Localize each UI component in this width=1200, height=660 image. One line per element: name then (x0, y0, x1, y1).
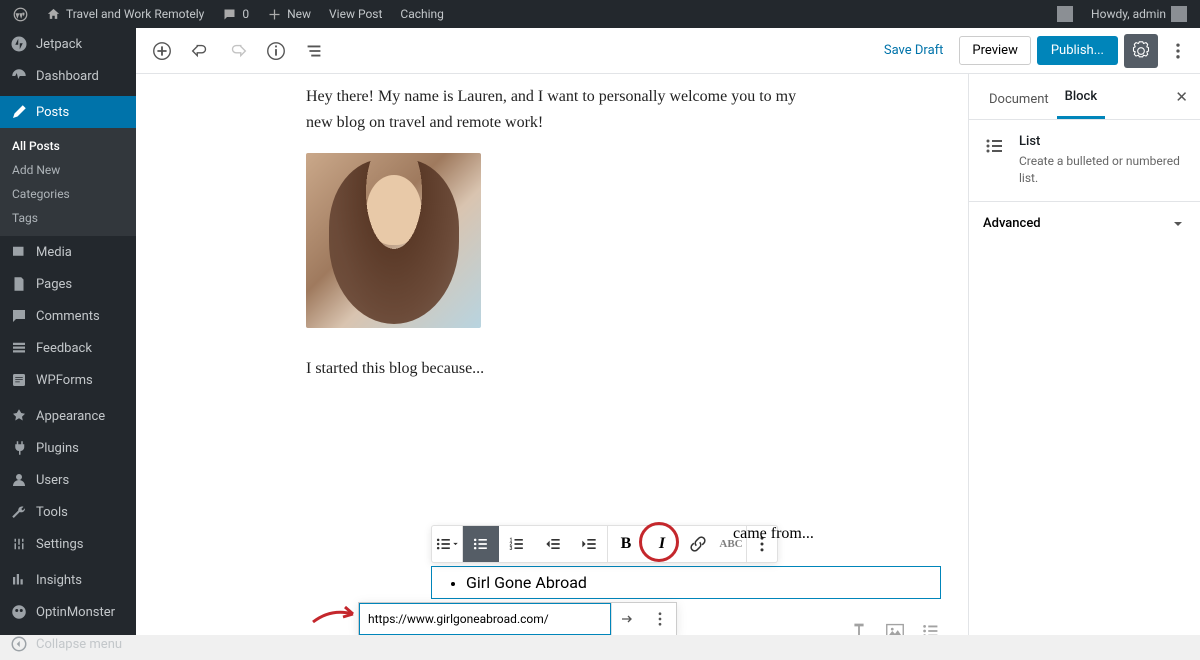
save-draft-button[interactable]: Save Draft (874, 37, 954, 64)
sidebar-pages[interactable]: Pages (0, 268, 136, 300)
site-title: Travel and Work Remotely (66, 7, 204, 21)
apply-link-button[interactable] (612, 603, 644, 635)
info-button[interactable] (258, 33, 294, 69)
comments-count: 0 (242, 7, 249, 21)
collapse-menu[interactable]: Collapse menu (0, 628, 136, 660)
admin-sidebar: Jetpack Dashboard Posts All Posts Add Ne… (0, 28, 136, 635)
editor-canvas[interactable]: Hey there! My name is Lauren, and I want… (136, 74, 968, 635)
italic-button[interactable]: I (644, 526, 680, 562)
undo-button[interactable] (182, 33, 218, 69)
notif-icon (1057, 6, 1073, 22)
new-link[interactable]: New (260, 0, 318, 28)
list-block-icon (983, 134, 1007, 158)
sidebar-plugins[interactable]: Plugins (0, 432, 136, 464)
bold-button[interactable]: B (608, 526, 644, 562)
sub-add-new[interactable]: Add New (0, 158, 136, 182)
site-name[interactable]: Travel and Work Remotely (39, 0, 211, 28)
close-settings[interactable]: ✕ (1175, 88, 1188, 106)
ordered-list-button[interactable]: 123 (499, 526, 535, 562)
sidebar-media[interactable]: Media (0, 236, 136, 268)
sidebar-feedback[interactable]: Feedback (0, 332, 136, 364)
redo-button[interactable] (220, 33, 256, 69)
settings-toggle[interactable] (1124, 34, 1158, 68)
list-icon[interactable] (920, 620, 942, 635)
editor: Save Draft Preview Publish... Hey there!… (136, 28, 1200, 635)
sidebar-jetpack[interactable]: Jetpack (0, 28, 136, 60)
new-label: New (287, 7, 311, 21)
link-popover (358, 602, 677, 635)
block-appender (848, 620, 942, 635)
notifications[interactable] (1050, 0, 1080, 28)
unordered-list-button[interactable] (463, 526, 499, 562)
block-type-desc: Create a bulleted or numbered list. (1019, 153, 1186, 187)
text-fragment: came from... (733, 525, 814, 543)
outline-button[interactable] (296, 33, 332, 69)
indent-button[interactable] (571, 526, 607, 562)
sidebar-appearance[interactable]: Appearance (0, 400, 136, 432)
svg-text:3: 3 (510, 546, 513, 552)
outdent-button[interactable] (535, 526, 571, 562)
paragraph-icon[interactable] (848, 620, 870, 635)
sidebar-comments[interactable]: Comments (0, 300, 136, 332)
started-paragraph[interactable]: I started this blog because... (306, 356, 806, 382)
howdy-text: Howdy, admin (1091, 7, 1166, 21)
list-block[interactable]: Girl Gone Abroad (431, 566, 941, 599)
avatar (1171, 6, 1187, 22)
block-type-title: List (1019, 134, 1186, 149)
chevron-down-icon (1170, 216, 1186, 232)
intro-paragraph[interactable]: Hey there! My name is Lauren, and I want… (306, 84, 806, 135)
link-url-input[interactable] (359, 603, 611, 635)
sidebar-wpforms[interactable]: WPForms (0, 364, 136, 396)
preview-button[interactable]: Preview (959, 36, 1030, 65)
tab-block[interactable]: Block (1057, 77, 1105, 119)
settings-panel: Document Block ✕ List Create a bulleted … (968, 74, 1200, 635)
settings-tabs: Document Block ✕ (969, 74, 1200, 120)
sub-all-posts[interactable]: All Posts (0, 134, 136, 158)
advanced-panel-toggle[interactable]: Advanced (969, 202, 1200, 246)
view-post-link[interactable]: View Post (322, 0, 389, 28)
editor-body: Hey there! My name is Lauren, and I want… (136, 74, 1200, 635)
howdy-link[interactable]: Howdy, admin (1084, 0, 1194, 28)
editor-toolbar: Save Draft Preview Publish... (136, 28, 1200, 74)
sidebar-users[interactable]: Users (0, 464, 136, 496)
link-button[interactable] (680, 526, 716, 562)
admin-bar-left: Travel and Work Remotely 0 New View Post… (6, 0, 451, 28)
tab-document[interactable]: Document (981, 80, 1057, 119)
posts-submenu: All Posts Add New Categories Tags (0, 128, 136, 236)
sub-tags[interactable]: Tags (0, 206, 136, 230)
sidebar-tools[interactable]: Tools (0, 496, 136, 528)
annotation-arrow (311, 600, 361, 630)
sidebar-dashboard[interactable]: Dashboard (0, 60, 136, 92)
wp-logo[interactable] (6, 0, 35, 28)
sidebar-posts[interactable]: Posts (0, 96, 136, 128)
admin-bar-right: Howdy, admin (1050, 0, 1194, 28)
block-description: List Create a bulleted or numbered list. (969, 120, 1200, 202)
block-format-toolbar: 123 B I ABC (431, 525, 778, 563)
caching-link[interactable]: Caching (393, 0, 451, 28)
sidebar-settings[interactable]: Settings (0, 528, 136, 560)
author-photo[interactable] (306, 153, 481, 328)
list-item[interactable]: Girl Gone Abroad (466, 573, 920, 592)
link-settings-button[interactable] (644, 603, 676, 635)
more-menu[interactable] (1164, 34, 1192, 68)
image-icon[interactable] (884, 620, 906, 635)
admin-bar: Travel and Work Remotely 0 New View Post… (0, 0, 1200, 28)
list-type-dropdown[interactable] (432, 526, 462, 562)
add-block-button[interactable] (144, 33, 180, 69)
sub-categories[interactable]: Categories (0, 182, 136, 206)
publish-button[interactable]: Publish... (1037, 36, 1118, 65)
sidebar-optinmonster[interactable]: OptinMonster (0, 596, 136, 628)
comments-link[interactable]: 0 (215, 0, 256, 28)
sidebar-insights[interactable]: Insights (0, 564, 136, 596)
